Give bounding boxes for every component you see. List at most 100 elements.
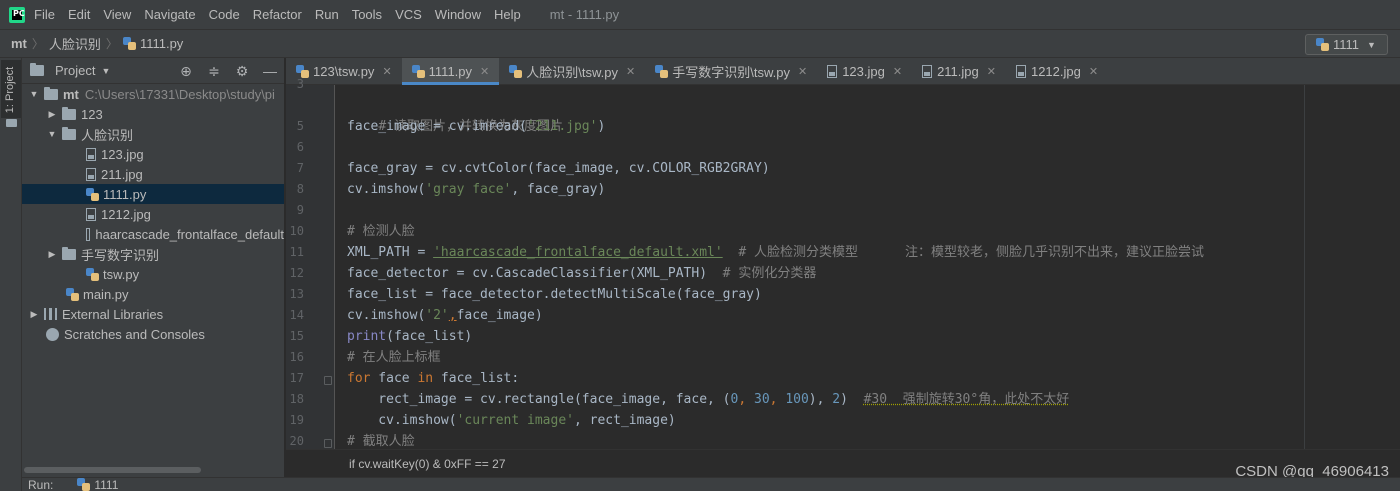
chevron-right-icon[interactable]: ▶ — [28, 309, 40, 320]
menu-refactor[interactable]: Refactor — [253, 7, 302, 22]
project-tool-button[interactable]: 1: Project — [1, 60, 21, 118]
code-string: '211.jpg' — [527, 119, 598, 134]
folder-icon — [62, 246, 76, 260]
horizontal-scrollbar[interactable] — [22, 466, 284, 474]
run-label: Run: — [28, 477, 54, 491]
line-number: 18 — [289, 392, 304, 406]
tree-item-1212-jpg[interactable]: 1212.jpg — [22, 204, 284, 224]
run-configuration-dropdown[interactable]: 1111 ▼ — [1305, 34, 1388, 55]
tree-item-external-libraries[interactable]: ▶ External Libraries — [22, 304, 284, 324]
close-icon[interactable]: ✕ — [382, 65, 391, 78]
menu-file[interactable]: File — [34, 7, 55, 22]
breadcrumb-project[interactable]: mt — [11, 36, 27, 51]
tree-item-211-jpg[interactable]: 211.jpg — [22, 164, 284, 184]
python-file-icon — [655, 65, 669, 78]
menu-run[interactable]: Run — [315, 7, 339, 22]
close-icon[interactable]: ✕ — [1089, 65, 1098, 78]
chevron-down-icon[interactable]: ▼ — [46, 129, 58, 139]
code-comment: # 人脸检测分类模型 注：模型较老，侧脸几乎识别不出来，建议正脸尝试 — [722, 245, 1204, 260]
tab-face-tsw-py[interactable]: 人脸识别\tsw.py ✕ — [499, 58, 645, 85]
line-number: 9 — [296, 203, 304, 217]
tree-item-1111-py[interactable]: 1111.py — [22, 184, 284, 204]
close-icon[interactable]: ✕ — [987, 65, 996, 78]
menu-code[interactable]: Code — [209, 7, 240, 22]
tree-item-handwriting[interactable]: ▶ 手写数字识别 — [22, 244, 284, 264]
line-number: 13 — [289, 287, 304, 301]
chevron-right-icon[interactable]: ▶ — [46, 109, 58, 120]
window-title: mt - 1111.py — [549, 7, 620, 22]
code-string: 'current image' — [456, 413, 574, 428]
menu-vcs[interactable]: VCS — [395, 7, 422, 22]
tree-item-main-py[interactable]: main.py — [22, 284, 284, 304]
line-number: 12 — [289, 266, 304, 280]
image-file-icon — [922, 65, 933, 78]
fold-marker-icon[interactable] — [324, 439, 332, 448]
line-number: 8 — [296, 182, 304, 196]
menu-navigate[interactable]: Navigate — [144, 7, 195, 22]
menu-edit[interactable]: Edit — [68, 7, 90, 22]
tree-item-123-jpg[interactable]: 123.jpg — [22, 144, 284, 164]
python-file-icon — [411, 65, 425, 78]
code-line: face_gray = cv.cvtColor(face_image, cv.C… — [347, 158, 770, 179]
tree-item-label: haarcascade_frontalface_default — [95, 226, 284, 242]
close-icon[interactable]: ✕ — [626, 65, 635, 78]
tree-item-123[interactable]: ▶ 123 — [22, 104, 284, 124]
tree-item-label: tsw.py — [103, 266, 140, 282]
image-file-icon — [86, 147, 96, 161]
tab-label: 1111.py — [428, 64, 473, 79]
tab-label: 123.jpg — [842, 64, 885, 79]
locate-file-icon[interactable]: ⊕ — [178, 63, 194, 79]
menu-window[interactable]: Window — [435, 7, 481, 22]
python-file-icon — [86, 267, 99, 281]
editor-right-margin[interactable] — [1304, 85, 1400, 449]
line-number: 5 — [296, 119, 304, 133]
line-number: 16 — [289, 350, 304, 364]
hide-panel-icon[interactable]: — — [262, 63, 278, 79]
tab-1212-jpg[interactable]: 1212.jpg ✕ — [1006, 58, 1108, 85]
chevron-down-icon[interactable]: ▼ — [28, 89, 40, 99]
tab-1111-py[interactable]: 1111.py ✕ — [401, 58, 500, 85]
tree-item-tsw-py[interactable]: tsw.py — [22, 264, 284, 284]
code-line: cv.imshow('gray face', face_gray) — [347, 179, 605, 200]
project-panel-title[interactable]: Project — [55, 63, 95, 78]
code-text: XML_PATH = — [347, 245, 434, 260]
editor-breadcrumb[interactable]: if cv.waitKey(0) & 0xFF == 27 — [286, 449, 1400, 477]
tab-handwriting-tsw-py[interactable]: 手写数字识别\tsw.py ✕ — [645, 58, 817, 85]
tree-item-haarcascade[interactable]: haarcascade_frontalface_default — [22, 224, 284, 244]
line-number: 7 — [296, 161, 304, 175]
chevron-right-icon[interactable]: ▶ — [46, 249, 58, 260]
close-icon[interactable]: ✕ — [798, 65, 807, 78]
code-string: 'haarcascade_frontalface_default.xml' — [433, 245, 723, 260]
fold-marker-icon[interactable] — [324, 376, 332, 385]
menu-help[interactable]: Help — [494, 7, 521, 22]
line-number: 6 — [296, 140, 304, 154]
tree-item-face-recognition[interactable]: ▼ 人脸识别 — [22, 124, 284, 144]
menu-view[interactable]: View — [103, 7, 131, 22]
tab-123-jpg[interactable]: 123.jpg ✕ — [817, 58, 912, 85]
code-line: # 读取图片，并转换为灰度图片 — [347, 95, 563, 134]
scrollbar-thumb[interactable] — [24, 467, 201, 473]
close-icon[interactable]: ✕ — [480, 65, 489, 78]
editor-tabs: 123\tsw.py ✕ 1111.py ✕ 人脸识别\tsw.py ✕ 手写数… — [286, 58, 1400, 85]
editor-breadcrumb-text[interactable]: if cv.waitKey(0) & 0xFF == 27 — [349, 457, 506, 471]
code-comment: # 实例化分类器 — [707, 266, 817, 281]
line-number: 14 — [289, 308, 304, 322]
code-text: face — [370, 371, 418, 386]
code-editor[interactable]: # 读取图片，并转换为灰度图片 face_image = cv.imread('… — [336, 85, 1304, 449]
breadcrumb-file[interactable]: 1111.py — [140, 36, 183, 51]
tab-211-jpg[interactable]: 211.jpg ✕ — [912, 58, 1006, 85]
gear-icon[interactable]: ⚙ — [234, 63, 250, 79]
tab-label: 211.jpg — [937, 64, 979, 79]
tree-item-mt[interactable]: ▼ mt C:\Users\17331\Desktop\study\pi — [22, 84, 284, 104]
line-number-gutter[interactable]: 3 5 6 7 8 9 10 11 12 13 14 15 16 17 18 1… — [286, 77, 335, 449]
close-icon[interactable]: ✕ — [893, 65, 902, 78]
code-line: # 检测人脸 — [347, 221, 415, 242]
run-tab[interactable]: 1111 — [77, 478, 118, 491]
collapse-all-icon[interactable]: ≑ — [206, 63, 222, 79]
breadcrumb-folder[interactable]: 人脸识别 — [49, 34, 101, 53]
chevron-down-icon[interactable]: ▼ — [101, 66, 110, 76]
menu-tools[interactable]: Tools — [352, 7, 382, 22]
run-tab-label: 1111 — [94, 477, 119, 491]
tree-item-scratches[interactable]: Scratches and Consoles — [22, 324, 284, 344]
python-file-icon — [66, 287, 79, 301]
